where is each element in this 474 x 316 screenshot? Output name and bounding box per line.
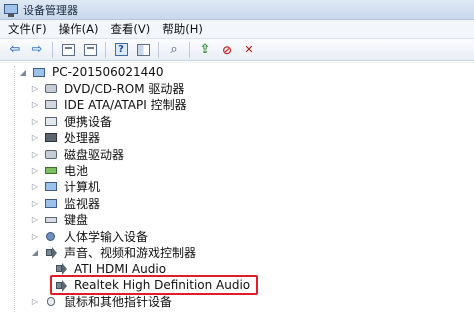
menu-view[interactable]: 查看(V) xyxy=(106,21,158,37)
expand-icon[interactable]: ▷ xyxy=(30,231,40,241)
tree-item-portable[interactable]: ▷ 便携设备 xyxy=(30,113,112,129)
expand-icon[interactable]: ▷ xyxy=(30,182,40,192)
device-manager-icon xyxy=(4,3,18,17)
tree-item-label: 键盘 xyxy=(64,213,89,228)
disk-drive-icon xyxy=(44,148,58,161)
tree-item-sound[interactable]: ◢ 声音、视频和游戏控制器 xyxy=(30,244,196,260)
tree-item-label: 便携设备 xyxy=(64,114,113,129)
tree-item-hid[interactable]: ▷ 人体学输入设备 xyxy=(30,228,148,244)
keyboard-icon xyxy=(44,213,58,226)
tree-item-label: 声音、视频和游戏控制器 xyxy=(64,245,197,260)
expand-icon[interactable]: ▷ xyxy=(30,133,40,143)
tree-item-computer[interactable]: ▷ 计算机 xyxy=(30,179,100,195)
expand-icon[interactable]: ▷ xyxy=(30,100,40,110)
tree-root-label: PC-201506021440 xyxy=(52,65,164,79)
highlight-box xyxy=(50,275,258,296)
tree-item-mouse[interactable]: ▷ 鼠标和其他指针设备 xyxy=(30,294,172,310)
tree-root[interactable]: ◢ PC-201506021440 xyxy=(18,64,164,80)
uninstall-device-icon[interactable]: ✕ xyxy=(240,41,258,59)
expand-icon[interactable]: ▷ xyxy=(30,297,40,307)
window-title: 设备管理器 xyxy=(23,3,78,17)
tree-item-label: IDE ATA/ATAPI 控制器 xyxy=(64,98,187,113)
expand-icon[interactable]: ▷ xyxy=(30,116,40,126)
tree-item-battery[interactable]: ▷ 电池 xyxy=(30,162,88,178)
tree-item-disk[interactable]: ▷ 磁盘驱动器 xyxy=(30,146,124,162)
tree-item-dvd[interactable]: ▷ DVD/CD-ROM 驱动器 xyxy=(30,80,185,96)
collapse-icon[interactable]: ◢ xyxy=(18,67,28,77)
computer-icon xyxy=(32,66,46,79)
view-grid-icon[interactable] xyxy=(134,41,152,59)
tree-item-label: 处理器 xyxy=(64,131,101,146)
computer-icon xyxy=(44,180,58,193)
tree-item-label: 电池 xyxy=(64,163,89,178)
tree-item-label: 监视器 xyxy=(64,196,101,211)
portable-device-icon xyxy=(44,115,58,128)
tree-item-label: 人体学输入设备 xyxy=(64,229,149,244)
monitor-icon xyxy=(44,197,58,210)
title-bar: 设备管理器 xyxy=(0,0,474,20)
tree-item-monitor[interactable]: ▷ 监视器 xyxy=(30,195,100,211)
toolbar: ⇦ ⇨ ? ⌕ ⇪ ⊘ ✕ xyxy=(0,39,474,61)
menu-bar: 文件(F) 操作(A) 查看(V) 帮助(H) xyxy=(0,20,474,39)
menu-help[interactable]: 帮助(H) xyxy=(158,21,211,37)
expand-icon[interactable]: ▷ xyxy=(30,198,40,208)
mouse-icon xyxy=(44,295,58,308)
tree-item-ide[interactable]: ▷ IDE ATA/ATAPI 控制器 xyxy=(30,97,187,113)
expand-icon[interactable]: ▷ xyxy=(30,149,40,159)
speaker-icon xyxy=(44,246,58,259)
menu-action[interactable]: 操作(A) xyxy=(55,21,107,37)
tree-item-label: ATI HDMI Audio xyxy=(74,261,167,276)
toolbar-separator xyxy=(158,41,159,58)
tree-item-label: 磁盘驱动器 xyxy=(64,147,125,162)
expand-icon[interactable]: ▷ xyxy=(30,83,40,93)
tree-item-label: 鼠标和其他指针设备 xyxy=(64,295,173,310)
expand-icon[interactable]: ▷ xyxy=(30,165,40,175)
tree-item-keyboard[interactable]: ▷ 键盘 xyxy=(30,212,88,228)
scan-hardware-icon[interactable]: ⌕ xyxy=(165,41,183,59)
human-interface-icon xyxy=(44,230,58,243)
tree-item-label: 计算机 xyxy=(64,180,101,195)
battery-icon xyxy=(44,164,58,177)
disable-device-icon[interactable]: ⊘ xyxy=(218,41,236,59)
collapse-icon[interactable]: ◢ xyxy=(30,247,40,257)
menu-file[interactable]: 文件(F) xyxy=(4,21,55,37)
expand-icon[interactable]: ▷ xyxy=(30,215,40,225)
update-driver-icon[interactable]: ⇪ xyxy=(196,41,214,59)
tree-guide-line xyxy=(14,66,15,312)
tree-item-processor[interactable]: ▷ 处理器 xyxy=(30,130,100,146)
properties-icon[interactable] xyxy=(81,41,99,59)
toolbar-separator xyxy=(52,41,53,58)
toolbar-separator xyxy=(105,41,106,58)
back-arrow-icon[interactable]: ⇦ xyxy=(6,41,24,59)
toolbar-separator xyxy=(189,41,190,58)
speaker-icon xyxy=(54,262,68,275)
processor-icon xyxy=(44,131,58,144)
ide-controller-icon xyxy=(44,98,58,111)
show-hide-console-tree-icon[interactable] xyxy=(59,41,77,59)
forward-arrow-icon[interactable]: ⇨ xyxy=(28,41,46,59)
help-icon[interactable]: ? xyxy=(112,41,130,59)
tree-item-label: DVD/CD-ROM 驱动器 xyxy=(64,81,185,96)
dvd-drive-icon xyxy=(44,82,58,95)
